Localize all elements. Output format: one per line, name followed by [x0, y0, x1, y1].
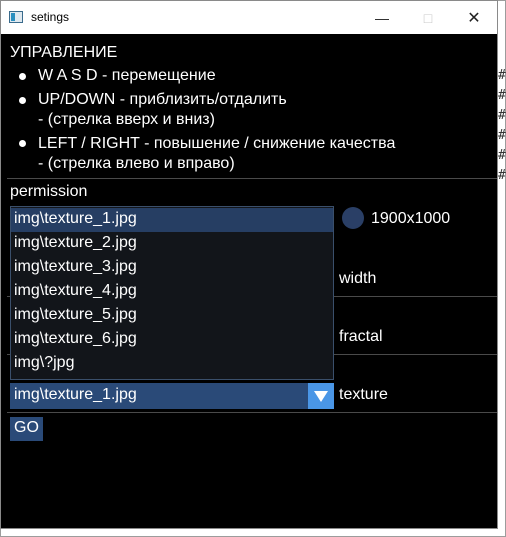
minimize-button[interactable]: — [359, 1, 405, 34]
settings-window: setings — □ ✕ УПРАВЛЕНИЕ W A S D - перем… [0, 0, 498, 529]
background-code-editor: # # # # # # [498, 66, 506, 186]
list-item-label: img\texture_4.jpg [14, 282, 137, 299]
list-item[interactable]: img\texture_3.jpg [11, 256, 333, 280]
background-code-line: # [498, 168, 506, 183]
settings-content: УПРАВЛЕНИЕ W A S D - перемещение UP/DOWN… [1, 34, 497, 528]
bullet-icon [19, 140, 26, 147]
list-item-label: img\texture_5.jpg [14, 306, 137, 323]
background-code-line: # [498, 128, 506, 143]
separator [7, 412, 497, 413]
close-button[interactable]: ✕ [451, 1, 497, 34]
list-item[interactable]: img\texture_5.jpg [11, 304, 333, 328]
controls-heading: УПРАВЛЕНИЕ [10, 44, 118, 61]
background-code-line: # [498, 108, 506, 123]
control-item-zoom: UP/DOWN - приблизить/отдалить [38, 91, 287, 108]
app-window-icon [9, 11, 23, 23]
background-code-line: # [498, 148, 506, 163]
texture-combo[interactable]: img\texture_1.jpg [10, 383, 334, 409]
list-item[interactable]: img\?jpg [11, 352, 333, 376]
control-item-quality: LEFT / RIGHT - повышение / снижение каче… [38, 135, 396, 152]
bullet-icon [19, 97, 26, 104]
list-item-label: img\texture_6.jpg [14, 330, 137, 347]
list-item[interactable]: img\texture_6.jpg [11, 328, 333, 352]
go-button-label: GO [14, 419, 39, 436]
maximize-button[interactable]: □ [405, 1, 451, 34]
title-bar[interactable]: setings — □ ✕ [1, 1, 497, 34]
control-item-zoom-hint: - (стрелка вверх и вниз) [38, 111, 215, 128]
window-title: setings [31, 10, 70, 24]
texture-label: texture [339, 386, 388, 403]
width-label: width [339, 270, 377, 287]
radio-1900[interactable] [342, 207, 364, 229]
texture-dropdown-list: img\texture_1.jpg img\texture_2.jpg img\… [10, 206, 334, 380]
separator [7, 178, 497, 179]
list-item-label: img\texture_1.jpg [14, 210, 137, 227]
list-item-label: img\texture_3.jpg [14, 258, 137, 275]
list-item-label: img\texture_2.jpg [14, 234, 137, 251]
background-code-line: # [498, 88, 506, 103]
list-item[interactable]: img\texture_4.jpg [11, 280, 333, 304]
permission-label: permission [10, 183, 88, 200]
list-item[interactable]: img\texture_1.jpg [11, 208, 333, 232]
texture-combo-value: img\texture_1.jpg [14, 386, 137, 403]
go-button[interactable]: GO [10, 417, 43, 441]
chevron-down-icon[interactable] [308, 383, 334, 409]
radio-1900-label: 1900x1000 [371, 210, 451, 227]
control-item-quality-hint: - (стрелка влево и вправо) [38, 155, 235, 172]
control-item-move: W A S D - перемещение [38, 67, 216, 84]
fractal-label: fractal [339, 328, 383, 345]
list-item[interactable]: img\texture_2.jpg [11, 232, 333, 256]
bullet-icon [19, 73, 26, 80]
background-code-line: # [498, 68, 506, 83]
list-item-label: img\?jpg [14, 354, 75, 371]
